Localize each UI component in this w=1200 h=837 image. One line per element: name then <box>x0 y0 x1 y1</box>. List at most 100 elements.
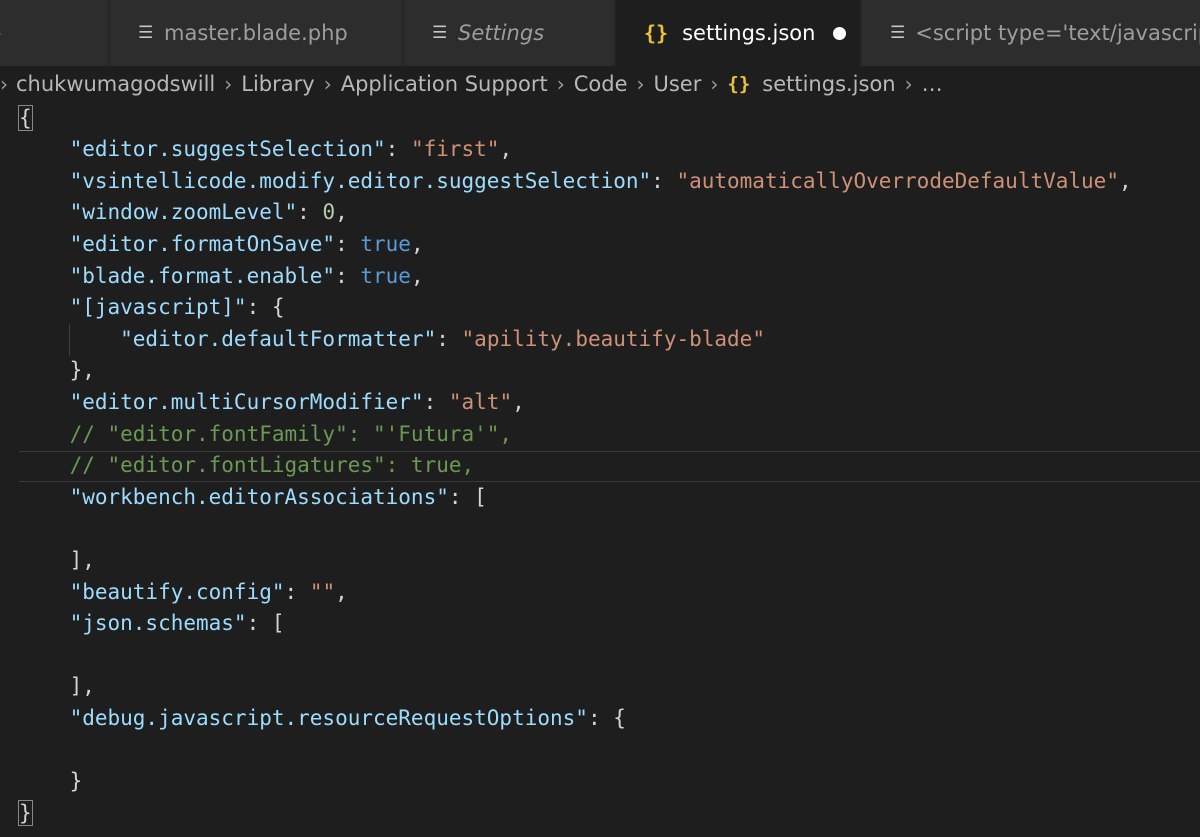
braces-icon: {} <box>644 21 669 45</box>
code-token: "beautify.config" <box>19 579 285 604</box>
code-token: "[javascript]" <box>19 295 247 320</box>
editor-tab-bar: › ☰ master.blade.php ☰ Settings {} setti… <box>0 0 1200 66</box>
lines-icon: ☰ <box>890 23 906 43</box>
code-editor[interactable]: { "editor.suggestSelection": "first", "v… <box>0 102 1200 837</box>
chevron-right-icon: › <box>710 72 719 96</box>
code-token: : <box>436 326 462 351</box>
code-line[interactable]: "beautify.config": "", <box>19 577 348 609</box>
code-token: "debug.javascript.resourceRequestOptions… <box>19 705 588 730</box>
code-line[interactable]: "editor.formatOnSave": true, <box>19 229 424 261</box>
chevron-right-icon: › <box>0 21 2 45</box>
code-line[interactable]: ], <box>19 671 95 703</box>
code-token: ], <box>19 674 95 699</box>
code-token: , <box>335 579 348 604</box>
code-token: : <box>423 389 449 414</box>
breadcrumb-item-application-support[interactable]: Application Support <box>341 72 548 96</box>
code-line[interactable]: "blade.format.enable": true, <box>19 261 424 293</box>
code-token: "apility.beautify-blade" <box>461 326 765 351</box>
code-line[interactable]: "[javascript]": { <box>19 292 285 324</box>
tab-master-blade-php[interactable]: ☰ master.blade.php <box>110 0 404 66</box>
tab-label: master.blade.php <box>164 21 348 45</box>
code-line[interactable]: "workbench.editorAssociations": [ <box>19 482 487 514</box>
tab-script-javascript[interactable]: ☰ <script type='text/javascript'> <box>862 0 1200 66</box>
tab-overflow-edge[interactable]: › <box>0 0 110 66</box>
code-token: : [ <box>448 484 487 509</box>
code-token: } <box>19 769 83 794</box>
code-line[interactable]: // "editor.fontFamily": "'Futura'", <box>19 419 513 451</box>
code-token: , <box>512 389 525 414</box>
code-token: "workbench.editorAssociations" <box>19 484 449 509</box>
lines-icon: ☰ <box>432 23 448 43</box>
code-line[interactable]: "editor.suggestSelection": "first", <box>19 134 513 166</box>
tab-label: <script type='text/javascript'> <box>915 21 1200 45</box>
code-line[interactable]: "editor.multiCursorModifier": "alt", <box>19 387 525 419</box>
code-token: true <box>360 263 411 288</box>
code-token: : <box>651 168 677 193</box>
code-line[interactable]: }, <box>19 355 95 387</box>
chevron-right-icon: › <box>904 72 913 96</box>
tab-settings-json[interactable]: {} settings.json <box>616 0 862 66</box>
code-token: : <box>284 579 310 604</box>
code-token: , <box>335 200 348 225</box>
code-token: , <box>1118 168 1132 193</box>
code-token: true <box>360 231 411 256</box>
chevron-right-icon: › <box>636 72 645 96</box>
code-token: : <box>297 200 323 225</box>
code-token: "editor.defaultFormatter" <box>19 326 437 351</box>
code-token: "" <box>309 579 336 604</box>
code-line[interactable]: "debug.javascript.resourceRequestOptions… <box>19 703 626 735</box>
breadcrumb-item-file[interactable]: settings.json <box>762 72 895 96</box>
chevron-right-icon: › <box>556 72 565 96</box>
code-token: // "editor.fontFamily": "'Futura'", <box>19 421 513 446</box>
code-token: : { <box>246 295 285 320</box>
code-token: : [ <box>246 611 285 636</box>
tab-label: Settings <box>458 21 545 45</box>
code-token: "alt" <box>448 389 513 414</box>
breadcrumb-item-user-folder[interactable]: chukwumagodswill <box>16 72 215 96</box>
code-token: : <box>385 137 411 162</box>
breadcrumb-more[interactable]: … <box>922 72 943 96</box>
code-line[interactable]: "window.zoomLevel": 0, <box>19 197 348 229</box>
code-token: , <box>499 137 513 162</box>
code-line[interactable]: "json.schemas": [ <box>19 608 285 640</box>
code-token: "vsintellicode.modify.editor.suggestSele… <box>19 168 652 193</box>
code-line[interactable]: // "editor.fontLigatures": true, <box>19 450 475 482</box>
code-token: } <box>18 799 33 826</box>
code-token: "window.zoomLevel" <box>19 200 298 225</box>
code-token: ], <box>19 547 95 572</box>
code-token: : <box>335 263 361 288</box>
breadcrumb: › chukwumagodswill › Library › Applicati… <box>0 66 1200 102</box>
code-line[interactable]: ], <box>19 545 95 577</box>
vscode-window: › ☰ master.blade.php ☰ Settings {} setti… <box>0 0 1200 837</box>
code-token: "blade.format.enable" <box>19 263 336 288</box>
tab-settings[interactable]: ☰ Settings <box>404 0 616 66</box>
unsaved-dot-icon[interactable] <box>833 26 847 40</box>
tab-label: settings.json <box>682 21 816 45</box>
code-token: "editor.suggestSelection" <box>19 137 386 162</box>
chevron-right-icon: › <box>323 72 332 96</box>
breadcrumb-item-user[interactable]: User <box>654 72 702 96</box>
code-token: "editor.formatOnSave" <box>19 231 336 256</box>
code-line[interactable]: } <box>18 798 33 830</box>
braces-icon: {} <box>727 73 751 95</box>
code-token: "first" <box>410 137 500 162</box>
chevron-right-icon: › <box>224 72 233 96</box>
code-token: , <box>410 263 424 288</box>
code-line[interactable]: { <box>18 103 33 135</box>
code-line[interactable]: "vsintellicode.modify.editor.suggestSele… <box>19 166 1132 198</box>
lines-icon: ☰ <box>138 23 154 43</box>
code-token: , <box>410 231 424 256</box>
chevron-right-icon: › <box>0 72 8 96</box>
code-token: // "editor.fontLigatures": true, <box>19 453 475 478</box>
code-token: : { <box>587 705 626 730</box>
code-token: "automaticallyOverrodeDefaultValue" <box>676 168 1119 193</box>
code-token: : <box>335 231 361 256</box>
breadcrumb-item-library[interactable]: Library <box>241 72 314 96</box>
code-token: }, <box>19 358 95 383</box>
code-token: { <box>18 104 33 131</box>
code-line[interactable]: } <box>19 766 83 798</box>
code-token: "json.schemas" <box>19 611 247 636</box>
breadcrumb-item-code[interactable]: Code <box>574 72 628 96</box>
code-line[interactable]: "editor.defaultFormatter": "apility.beau… <box>19 324 765 356</box>
code-token: 0 <box>322 200 336 225</box>
